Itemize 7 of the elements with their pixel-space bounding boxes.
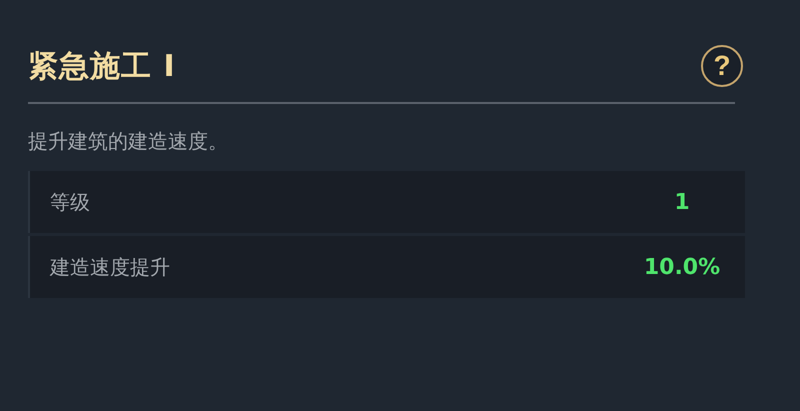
- stat-label: 等级: [50, 188, 90, 216]
- description-text: 提升建筑的建造速度。: [28, 128, 229, 155]
- stat-label: 建造速度提升: [50, 254, 170, 280]
- stat-value: 1: [673, 190, 691, 214]
- stat-value: 10.0%: [642, 254, 722, 280]
- panel-title: 紧急施工 I: [28, 48, 176, 86]
- help-button[interactable]: ?: [701, 45, 743, 87]
